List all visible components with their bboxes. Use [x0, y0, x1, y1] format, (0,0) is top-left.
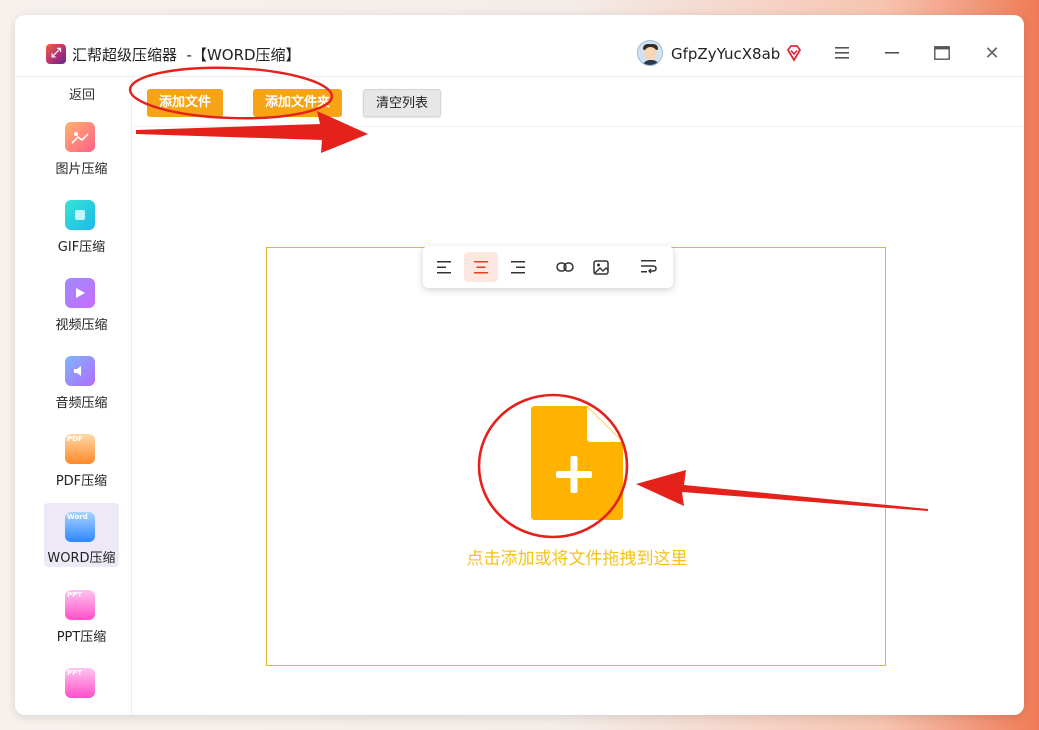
add-folder-button[interactable]: 添加文件夹 — [253, 89, 343, 117]
pdf-icon: PDF — [65, 434, 95, 464]
vip-diamond-icon[interactable] — [785, 44, 803, 62]
app-title: 汇帮超级压缩器 -【WORD压缩】 — [72, 46, 301, 64]
app-window: ⤢ 汇帮超级压缩器 -【WORD压缩】 GfpZyYucX8ab ✕ 返回 图片… — [15, 15, 1024, 715]
sidebar-item-label: WORD压缩 — [47, 551, 116, 566]
add-file-button[interactable]: 添加文件 — [147, 89, 224, 117]
back-link[interactable]: 返回 — [15, 84, 131, 103]
minimize-icon[interactable] — [881, 42, 903, 64]
sidebar-item-audio[interactable]: 音频压缩 — [44, 352, 119, 416]
ppt-icon: PPT — [65, 590, 95, 620]
sidebar-item-label: 图片压缩 — [55, 162, 108, 177]
drop-hint-text: 点击添加或将文件拖拽到这里 — [466, 549, 688, 569]
sidebar-item-image[interactable]: 图片压缩 — [44, 118, 119, 182]
title-bar: ⤢ 汇帮超级压缩器 -【WORD压缩】 GfpZyYucX8ab ✕ — [15, 15, 1024, 77]
menu-icon[interactable] — [831, 42, 853, 64]
file-drop-zone[interactable]: 点击添加或将文件拖拽到这里 — [266, 247, 886, 666]
video-icon — [65, 278, 95, 308]
sidebar-item-label: 音频压缩 — [55, 396, 108, 411]
sidebar-item-video[interactable]: 视频压缩 — [44, 274, 119, 338]
align-right-icon[interactable] — [500, 252, 534, 282]
ppt-icon: PPT — [65, 668, 95, 698]
image-icon — [65, 122, 95, 152]
sidebar-item-label: PDF压缩 — [55, 474, 108, 489]
sidebar-item-pdf[interactable]: PDF PDF压缩 — [44, 430, 119, 494]
format-toolbar — [423, 246, 673, 288]
sidebar-item-gif[interactable]: GIF压缩 — [44, 196, 119, 260]
sidebar: 返回 图片压缩 GIF压缩 视频压缩 音频压缩 PDF PDF压缩 Word W… — [15, 77, 132, 715]
sidebar-item-label: GIF压缩 — [57, 240, 106, 255]
maximize-icon[interactable] — [931, 42, 953, 64]
sidebar-item-more[interactable]: PPT — [44, 664, 119, 715]
align-center-icon[interactable] — [464, 252, 498, 282]
close-icon[interactable]: ✕ — [981, 42, 1003, 64]
sidebar-item-label: PPT压缩 — [56, 630, 107, 645]
audio-icon — [65, 356, 95, 386]
gif-icon — [65, 200, 95, 230]
username[interactable]: GfpZyYucX8ab — [671, 45, 780, 63]
text-wrap-icon[interactable] — [632, 252, 666, 282]
image-insert-icon[interactable] — [584, 252, 618, 282]
app-logo-icon: ⤢ — [46, 44, 66, 64]
sidebar-item-ppt[interactable]: PPT PPT压缩 — [44, 586, 119, 650]
toolbar: 添加文件 添加文件夹 清空列表 — [133, 77, 1024, 127]
add-file-icon[interactable] — [531, 406, 623, 520]
sidebar-item-word[interactable]: Word WORD压缩 — [44, 503, 119, 567]
user-avatar[interactable] — [637, 40, 663, 66]
sidebar-item-label: 视频压缩 — [55, 318, 108, 333]
link-icon[interactable] — [548, 252, 582, 282]
word-icon: Word — [65, 512, 95, 542]
clear-list-button[interactable]: 清空列表 — [363, 89, 442, 117]
align-left-icon[interactable] — [428, 252, 462, 282]
